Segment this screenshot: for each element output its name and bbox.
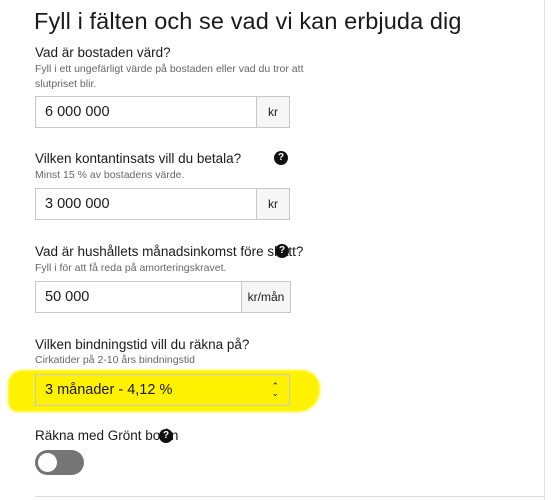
property-value-field[interactable]: kr (35, 96, 290, 128)
page-title: Fyll i fälten och se vad vi kan erbjuda … (34, 8, 462, 34)
property-value-unit: kr (256, 97, 289, 127)
household-income-label: Vad är hushållets månadsinkomst före ska… (35, 244, 304, 259)
binding-period-help: Cirkatider på 2-10 års bindningstid (35, 354, 195, 366)
binding-period-select[interactable]: 3 månader - 4,12 % ⌃ ⌄ (35, 374, 290, 406)
household-income-help: Fyll i för att få reda på amorteringskra… (35, 262, 227, 274)
toggle-knob (38, 453, 57, 472)
question-circle-icon[interactable]: ? (275, 244, 289, 258)
chevron-up-down-icon: ⌃ ⌄ (271, 381, 279, 398)
household-income-unit: kr/mån (241, 282, 290, 312)
divider (544, 0, 545, 500)
binding-period-selected-value: 3 månader - 4,12 % (45, 382, 173, 398)
green-loan-label: Räkna med Grönt bolån (35, 428, 179, 443)
green-loan-toggle[interactable] (35, 450, 84, 475)
down-payment-input[interactable] (36, 189, 256, 219)
down-payment-field[interactable]: kr (35, 188, 290, 220)
household-income-input[interactable] (36, 282, 241, 312)
property-value-label: Vad är bostaden värd? (35, 45, 171, 60)
household-income-field[interactable]: kr/mån (35, 281, 291, 313)
down-payment-unit: kr (256, 189, 289, 219)
binding-period-label: Vilken bindningstid vill du räkna på? (35, 337, 250, 352)
mortgage-calculator-page: Fyll i fälten och se vad vi kan erbjuda … (0, 0, 556, 500)
question-circle-icon[interactable]: ? (274, 151, 288, 165)
down-payment-help: Minst 15 % av bostadens värde. (35, 169, 185, 181)
question-circle-icon[interactable]: ? (159, 429, 173, 443)
divider (35, 496, 544, 497)
property-value-input[interactable] (36, 97, 256, 127)
property-value-help: Fyll i ett ungefärligt värde på bostaden… (35, 63, 304, 90)
down-payment-label: Vilken kontantinsats vill du betala? (35, 151, 242, 166)
